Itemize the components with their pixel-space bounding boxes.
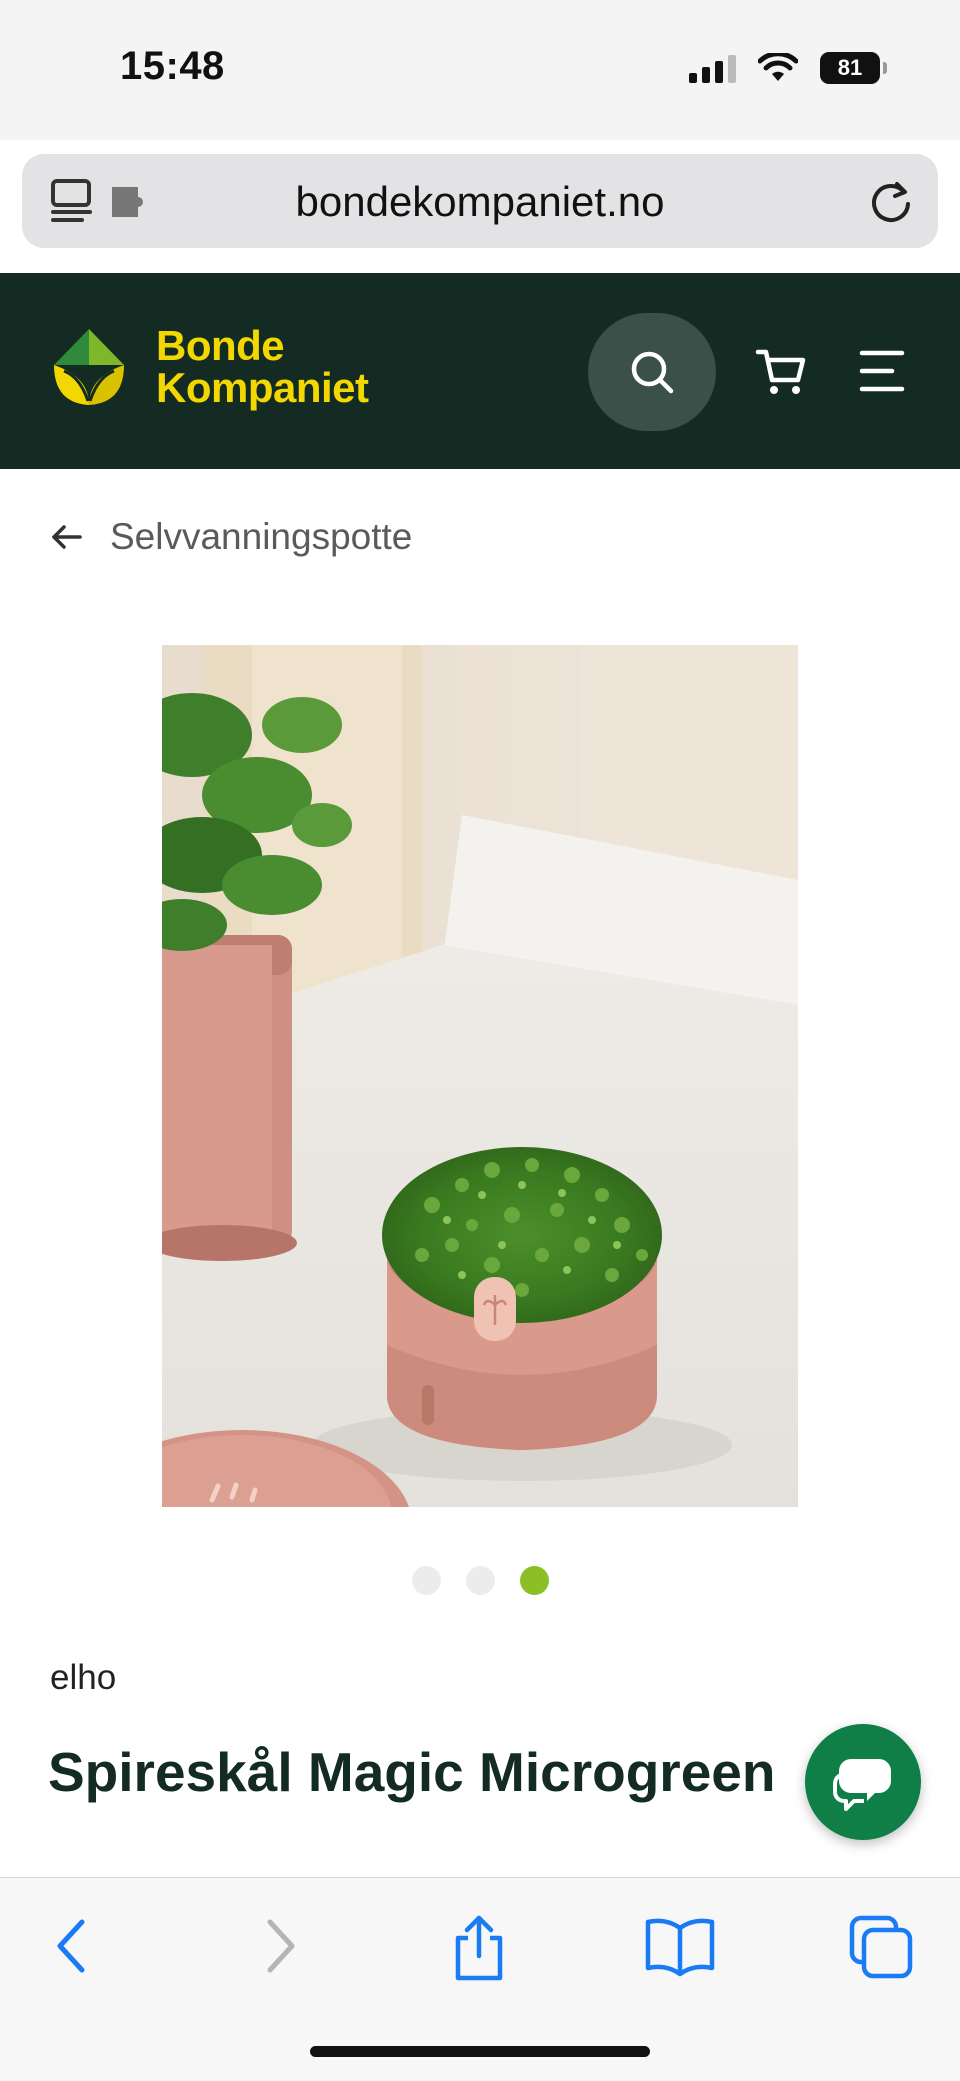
home-indicator — [310, 2046, 650, 2057]
product-title: Spireskål Magic Microgreen — [48, 1741, 776, 1803]
reload-icon[interactable] — [866, 176, 916, 226]
breadcrumb[interactable]: Selvvanningspotte — [50, 516, 412, 558]
wifi-icon — [758, 53, 798, 81]
logo-text: Bonde Kompaniet — [156, 325, 369, 409]
logo-line-1: Bonde — [156, 322, 285, 369]
chat-bubbles-icon — [833, 1759, 891, 1811]
status-time: 15:48 — [120, 44, 225, 88]
arrow-left-icon — [52, 525, 82, 549]
bookmarks-icon[interactable] — [644, 1914, 716, 1978]
product-image[interactable] — [162, 645, 798, 1507]
logo[interactable]: Bonde Kompaniet — [50, 325, 369, 409]
battery-icon: 81 — [820, 52, 887, 84]
carousel-dot-2[interactable] — [465, 1566, 495, 1595]
search-icon — [631, 351, 674, 394]
status-bar: 15:48 81 — [0, 0, 960, 140]
status-icons: 81 — [689, 52, 887, 84]
cellular-signal-icon — [689, 53, 736, 83]
address-bar[interactable]: bondekompaniet.no — [22, 154, 938, 248]
url-text[interactable]: bondekompaniet.no — [22, 178, 938, 226]
logo-line-2: Kompaniet — [156, 364, 369, 411]
tabs-icon[interactable] — [848, 1914, 914, 1980]
product-photo — [162, 645, 798, 1507]
product-brand[interactable]: elho — [50, 1658, 116, 1698]
carousel-dots — [0, 1566, 960, 1595]
carousel-dot-1[interactable] — [411, 1566, 441, 1595]
site-header: Bonde Kompaniet — [0, 273, 960, 469]
share-icon[interactable] — [450, 1914, 508, 1982]
cart-icon[interactable] — [755, 347, 807, 397]
forward-icon[interactable] — [258, 1914, 302, 1978]
page: 15:48 81 bondekompaniet.no Bonde Kompani… — [0, 0, 960, 2081]
breadcrumb-label[interactable]: Selvvanningspotte — [110, 516, 412, 558]
bondekompaniet-logo-icon — [54, 329, 124, 405]
menu-icon[interactable] — [858, 349, 906, 393]
search-button[interactable] — [588, 313, 716, 431]
chat-button[interactable] — [805, 1724, 921, 1840]
carousel-dot-3[interactable] — [519, 1566, 549, 1595]
back-icon[interactable] — [50, 1914, 94, 1978]
